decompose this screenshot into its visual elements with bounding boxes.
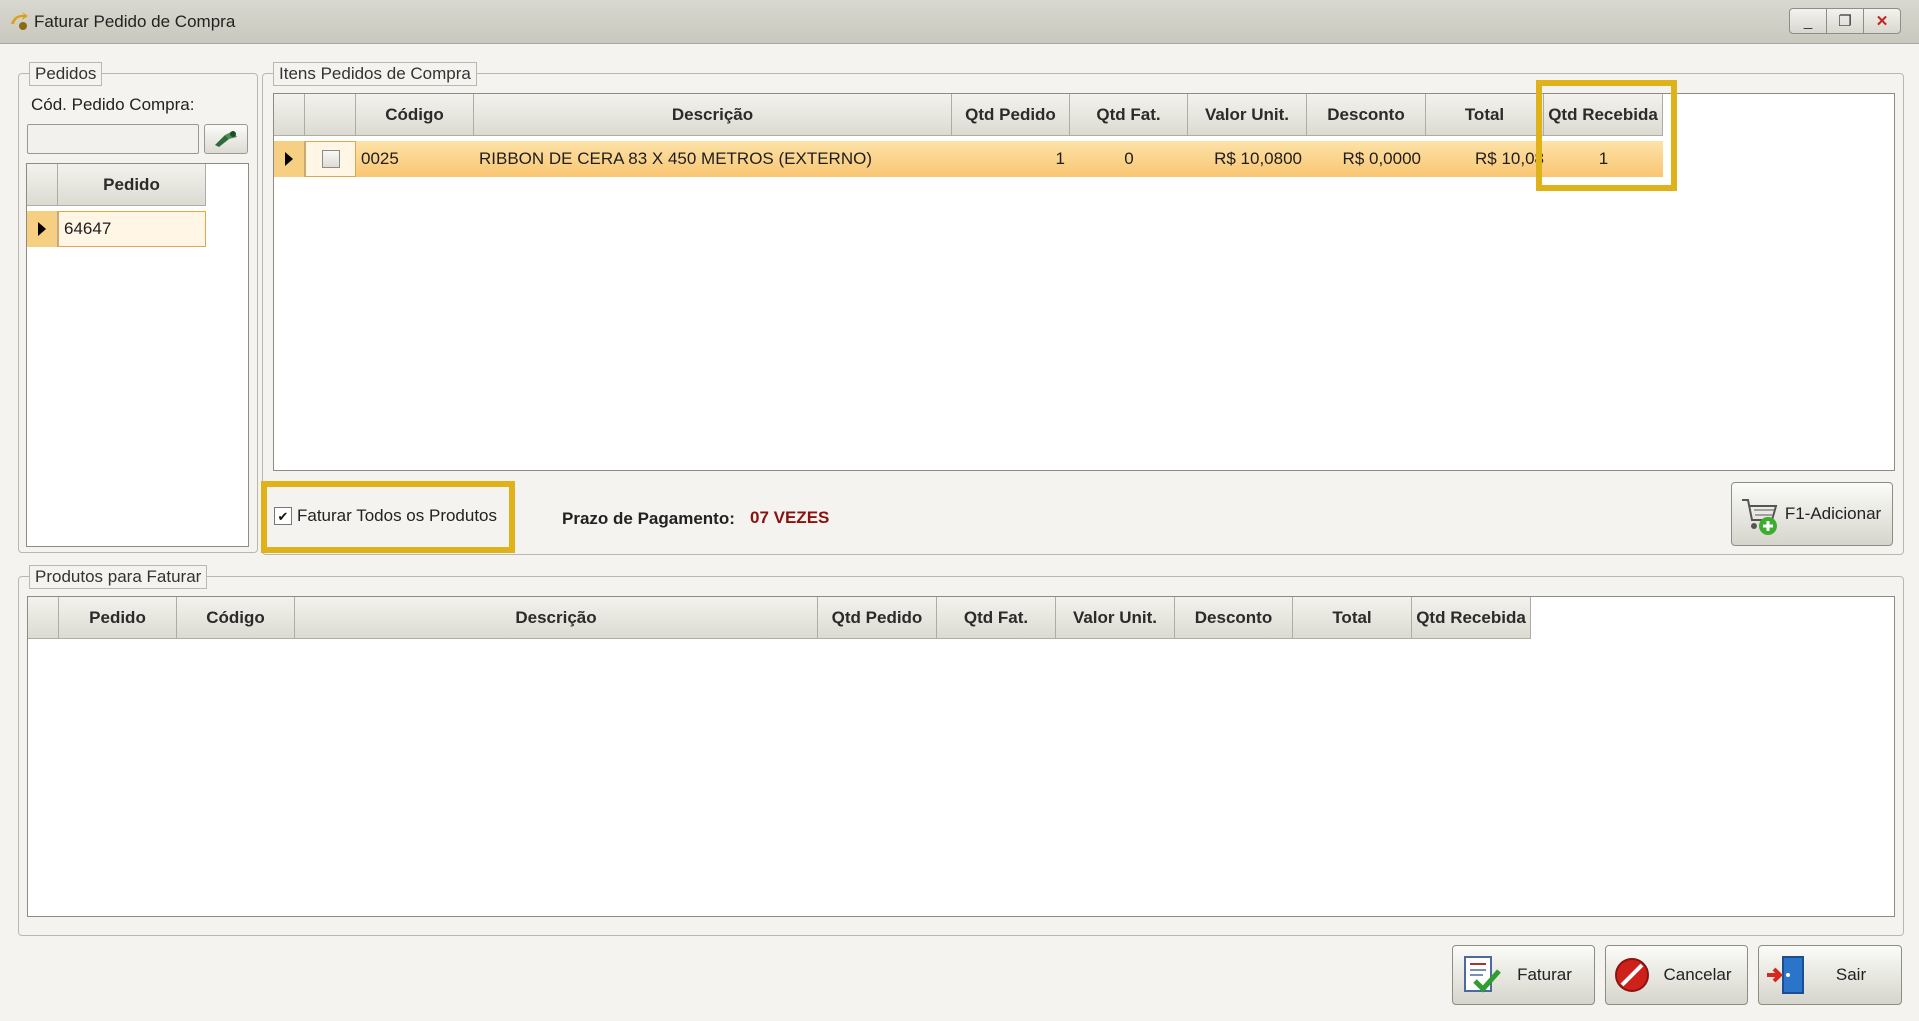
cancelar-button[interactable]: Cancelar xyxy=(1605,945,1748,1005)
sair-label: Sair xyxy=(1835,965,1867,984)
cell-valor-unit: R$ 10,0800 xyxy=(1214,149,1302,168)
prazo-value: 07 VEZES xyxy=(750,508,830,527)
col-total[interactable]: Total xyxy=(1293,597,1412,639)
prazo-label: Prazo de Pagamento: xyxy=(562,509,735,528)
cancelar-label: Cancelar xyxy=(1663,965,1732,984)
window-title: Faturar Pedido de Compra xyxy=(34,12,236,31)
col-descricao[interactable]: Descrição xyxy=(295,597,818,639)
cell-codigo: 0025 xyxy=(361,149,399,168)
faturar-label: Faturar xyxy=(1517,965,1572,984)
adicionar-label: F1-Adicionar xyxy=(1784,504,1882,523)
search-pedido-button[interactable] xyxy=(204,124,248,154)
col-valor-unit[interactable]: Valor Unit. xyxy=(1188,94,1307,136)
produtos-grid: Pedido Código Descrição Qtd Pedido Qtd F… xyxy=(27,596,1895,917)
window-controls: _ ❐ ✕ xyxy=(1789,8,1901,34)
app-icon xyxy=(11,12,28,30)
pedido-column-header[interactable]: Pedido xyxy=(58,164,206,206)
itens-grid-header: Código Descrição Qtd Pedido Qtd Fat. Val… xyxy=(274,94,1663,138)
row-checkbox[interactable] xyxy=(305,141,356,177)
cart-add-icon xyxy=(1738,492,1782,536)
faturar-button[interactable]: Faturar xyxy=(1452,945,1595,1005)
col-qtd-fat[interactable]: Qtd Fat. xyxy=(937,597,1056,639)
cell-qtd-fat: 0 xyxy=(1124,149,1134,168)
cell-desconto: R$ 0,0000 xyxy=(1342,149,1421,168)
itens-legend: Itens Pedidos de Compra xyxy=(273,62,477,86)
cod-pedido-label: Cód. Pedido Compra: xyxy=(31,95,195,114)
table-row[interactable]: 0025 RIBBON DE CERA 83 X 450 METROS (EXT… xyxy=(274,141,1663,177)
minimize-button[interactable]: _ xyxy=(1789,8,1826,34)
col-total[interactable]: Total xyxy=(1426,94,1544,136)
row-selector-icon xyxy=(27,211,58,247)
row-selector-icon xyxy=(274,141,305,177)
col-qtd-fat[interactable]: Qtd Fat. xyxy=(1070,94,1188,136)
cell-qtd-pedido: 1 xyxy=(1055,149,1065,168)
title-bar: Faturar Pedido de Compra _ ❐ ✕ xyxy=(0,0,1919,44)
cod-pedido-input[interactable] xyxy=(27,124,199,154)
checkbox-icon xyxy=(321,150,340,168)
pedido-cell[interactable]: 64647 xyxy=(58,211,206,247)
close-button[interactable]: ✕ xyxy=(1863,8,1901,34)
col-descricao[interactable]: Descrição xyxy=(474,94,952,136)
col-qtd-recebida[interactable]: Qtd Recebida xyxy=(1412,597,1531,639)
col-codigo[interactable]: Código xyxy=(356,94,474,136)
qtd-recebida-highlight xyxy=(1536,80,1677,191)
adicionar-button[interactable]: F1-Adicionar xyxy=(1731,482,1893,546)
faturar-todos-checkbox[interactable]: ✔ xyxy=(274,507,292,525)
faturar-todos-label[interactable]: Faturar Todos os Produtos xyxy=(297,506,497,526)
col-qtd-pedido[interactable]: Qtd Pedido xyxy=(952,94,1070,136)
table-row[interactable]: 64647 xyxy=(27,211,206,247)
exit-door-icon xyxy=(1765,953,1809,997)
cell-descricao: RIBBON DE CERA 83 X 450 METROS (EXTERNO) xyxy=(479,149,872,168)
cancel-icon xyxy=(1612,953,1656,997)
col-codigo[interactable]: Código xyxy=(177,597,295,639)
search-icon xyxy=(215,131,237,147)
col-qtd-pedido[interactable]: Qtd Pedido xyxy=(818,597,937,639)
produtos-legend: Produtos para Faturar xyxy=(29,565,208,589)
maximize-button[interactable]: ❐ xyxy=(1826,8,1863,34)
pedidos-grid: Pedido 64647 xyxy=(26,163,249,547)
produtos-grid-header: Pedido Código Descrição Qtd Pedido Qtd F… xyxy=(28,597,1531,641)
pedidos-legend: Pedidos xyxy=(29,62,103,86)
col-valor-unit[interactable]: Valor Unit. xyxy=(1056,597,1175,639)
sair-button[interactable]: Sair xyxy=(1758,945,1902,1005)
cell-total: R$ 10,08 xyxy=(1475,149,1544,168)
invoice-check-icon xyxy=(1459,953,1503,997)
col-desconto[interactable]: Desconto xyxy=(1175,597,1293,639)
col-pedido[interactable]: Pedido xyxy=(59,597,177,639)
pedidos-grid-header: Pedido xyxy=(27,164,206,208)
col-desconto[interactable]: Desconto xyxy=(1307,94,1426,136)
